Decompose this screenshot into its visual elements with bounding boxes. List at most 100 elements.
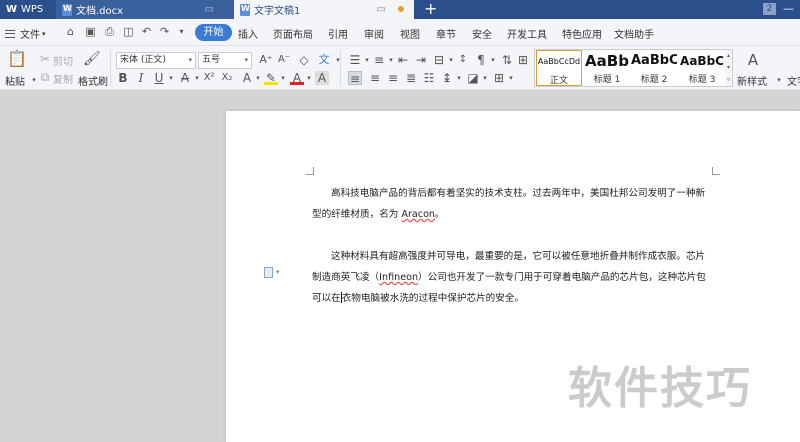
paste-button[interactable]: 粘贴: [5, 73, 25, 88]
style-heading-2[interactable]: AaBbC 标题 2: [631, 50, 677, 86]
italic-icon[interactable]: I: [134, 71, 148, 85]
chevron-down-icon[interactable]: ▾: [772, 73, 786, 87]
copy-icon[interactable]: ⧉: [38, 70, 52, 84]
chevron-down-icon[interactable]: ▾: [164, 71, 178, 85]
style-sample: AaBb: [585, 52, 629, 70]
justify-icon[interactable]: ≣: [404, 71, 418, 85]
shrink-font-icon[interactable]: A⁻: [277, 53, 291, 67]
tab-security[interactable]: 安全: [472, 26, 492, 41]
superscript-icon[interactable]: X²: [202, 71, 216, 85]
tab-special-apps[interactable]: 特色应用: [562, 26, 602, 41]
format-painter-button[interactable]: 格式刷: [78, 73, 108, 88]
monitor-icon[interactable]: ▭: [205, 4, 214, 15]
tab-wps-home[interactable]: WPS: [0, 0, 56, 19]
watermark: 软件技巧: [568, 363, 752, 414]
writer-doc-icon: [62, 3, 72, 16]
font-size-select[interactable]: 五号 ▾: [198, 52, 252, 69]
chevron-down-icon[interactable]: ▾: [504, 71, 518, 85]
style-heading-1[interactable]: AaBb 标题 1: [585, 50, 629, 86]
chevron-down-icon: ▾: [244, 56, 248, 64]
tab-view[interactable]: 视图: [400, 26, 420, 41]
window-count-badge[interactable]: 2: [763, 3, 776, 15]
redo-icon[interactable]: ↷: [158, 25, 171, 38]
sort-icon[interactable]: ↕: [456, 53, 470, 67]
tab-active-document[interactable]: 文字文稿1 ▭: [234, 0, 414, 19]
tab-start[interactable]: 开始: [195, 24, 232, 41]
tab-insert[interactable]: 插入: [238, 26, 258, 41]
misspelled-word[interactable]: Aracon: [401, 209, 435, 220]
distributed-icon[interactable]: ☷: [422, 71, 436, 85]
decrease-indent-icon[interactable]: ⇤: [396, 53, 410, 67]
chevron-down-icon[interactable]: ▾: [331, 53, 345, 67]
table-icon[interactable]: ⊞: [516, 53, 530, 67]
chevron-down-icon[interactable]: ▾: [276, 268, 280, 276]
ribbon-toolbar: 📋 粘贴 ▾ ✂ 剪切 ⧉ 复制 🖌 格式刷 宋体 (正文) ▾ 五号 ▾ A⁺…: [0, 46, 800, 90]
cut-icon[interactable]: ✂: [38, 52, 52, 66]
chevron-down-icon[interactable]: ▾: [302, 71, 316, 85]
character-shading-icon[interactable]: A: [315, 71, 329, 85]
chevron-down-icon[interactable]: ▾: [452, 71, 466, 85]
tab-document-docx[interactable]: 文档.docx ▭: [56, 0, 234, 19]
align-right-icon[interactable]: ≡: [386, 71, 400, 85]
font-name-select[interactable]: 宋体 (正文) ▾: [116, 52, 196, 69]
divider: [340, 50, 341, 86]
bold-icon[interactable]: B: [116, 71, 130, 85]
chevron-down-icon[interactable]: ▾: [478, 71, 492, 85]
cut-button[interactable]: 剪切: [53, 53, 73, 68]
new-style-icon[interactable]: A: [744, 51, 762, 69]
writer-doc-icon: [240, 3, 250, 16]
paste-icon[interactable]: 📋: [7, 50, 27, 68]
style-normal[interactable]: AaBbCcDd 正文: [536, 50, 582, 86]
monitor-icon[interactable]: ▭: [377, 4, 386, 15]
tab-doc-assistant[interactable]: 文档助手: [614, 26, 654, 41]
misspelled-word[interactable]: Infineon: [379, 272, 418, 283]
align-left-icon[interactable]: ≡: [348, 71, 362, 86]
folder-icon[interactable]: ⌂: [64, 25, 77, 38]
chevron-down-icon[interactable]: ▾: [486, 53, 500, 67]
style-sample: AaBbC: [680, 54, 724, 68]
style-name: 标题 2: [640, 75, 668, 85]
styles-gallery: AaBbCcDd 正文 AaBb 标题 1 AaBbC 标题 2 AaBbC 标…: [534, 49, 726, 87]
line-spacing-icon[interactable]: ⇅: [500, 53, 514, 67]
style-name: 正文: [549, 76, 568, 86]
phonetic-guide-icon[interactable]: 文: [317, 53, 331, 67]
paragraph-1[interactable]: 高科技电脑产品的背后都有着坚实的技术支柱。过去两年中，美国杜邦公司发明了一种新型…: [312, 183, 714, 225]
save-icon[interactable]: ▣: [84, 25, 97, 38]
subscript-icon[interactable]: X₂: [220, 71, 234, 85]
align-center-icon[interactable]: ≡: [368, 71, 382, 85]
paragraph-2[interactable]: 这种材料具有超高强度并可导电，最重要的是，它可以被任意地折叠并制作成衣服。芯片制…: [312, 246, 714, 309]
tab-review[interactable]: 审阅: [364, 26, 384, 41]
paragraph-text: 。: [435, 209, 445, 220]
grow-font-icon[interactable]: A⁺: [259, 53, 273, 67]
chevron-down-icon[interactable]: ▾: [251, 71, 265, 85]
style-heading-3[interactable]: AaBbC 标题 3: [679, 50, 725, 86]
font-name-value: 宋体 (正文): [120, 55, 166, 65]
minimize-icon[interactable]: —: [783, 2, 794, 15]
style-name: 标题 1: [593, 75, 621, 85]
file-menu[interactable]: 文件 ▾: [5, 26, 46, 41]
tab-developer-tools[interactable]: 开发工具: [507, 26, 547, 41]
increase-indent-icon[interactable]: ⇥: [414, 53, 428, 67]
wps-logo-icon: [6, 4, 18, 16]
undo-icon[interactable]: ↶: [140, 25, 153, 38]
print-preview-icon[interactable]: ◫: [122, 25, 135, 38]
tab-bar: WPS 文档.docx ▭ 文字文稿1 ▭ + 2 —: [0, 0, 800, 19]
quick-access-chevron-icon[interactable]: ▾: [175, 25, 188, 38]
print-icon[interactable]: ⎙: [103, 25, 116, 38]
unsaved-dot-icon: [398, 6, 404, 12]
clear-format-icon[interactable]: ◇: [297, 53, 311, 67]
tab-section[interactable]: 章节: [436, 26, 456, 41]
copy-button[interactable]: 复制: [53, 71, 73, 86]
paragraph-handle-icon[interactable]: [264, 267, 273, 278]
tab-references[interactable]: 引用: [328, 26, 348, 41]
menu-bar: 文件 ▾ ⌂ ▣ ⎙ ◫ ↶ ↷ ▾ 开始 插入 页面布局 引用 审阅 视图 章…: [0, 19, 800, 46]
text-tools-button[interactable]: 文字: [787, 73, 800, 88]
chevron-down-icon: ▾: [188, 56, 192, 64]
format-painter-icon[interactable]: 🖌: [83, 50, 101, 68]
gallery-scroll[interactable]: ▴ ▾ ▿: [725, 49, 733, 87]
style-sample: AaBbC: [631, 53, 677, 68]
chevron-down-icon[interactable]: ▾: [276, 71, 290, 85]
new-tab-plus-icon[interactable]: +: [424, 0, 437, 19]
new-style-button[interactable]: 新样式: [737, 73, 767, 88]
tab-page-layout[interactable]: 页面布局: [273, 26, 313, 41]
